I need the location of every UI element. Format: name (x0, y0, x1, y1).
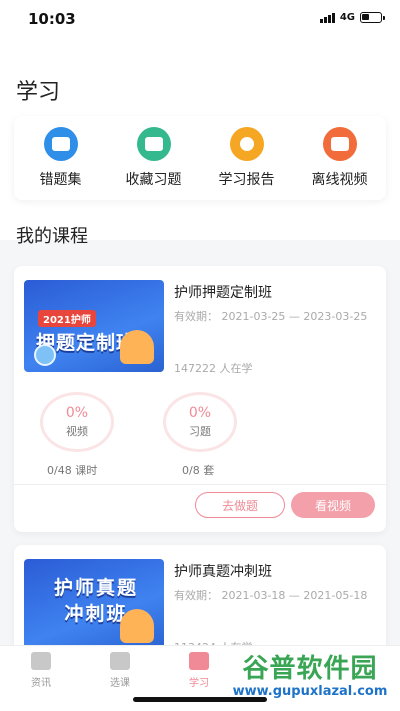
nav-label: 学习 (189, 678, 209, 689)
favorite-exercises-icon (136, 127, 171, 161)
shortcuts-card: 错题集 收藏习题 学习报告 离线视频 (14, 116, 386, 200)
shortcut-favorite-exercises[interactable]: 收藏习题 (109, 127, 199, 189)
course-thumbnail: 2021护师 押题定制班 (24, 280, 164, 372)
home-indicator (133, 697, 267, 702)
signal-icon (319, 12, 335, 23)
exercise-set-count: 0/8 套 (182, 464, 215, 477)
nav-label: 资讯 (31, 678, 51, 689)
offline-video-icon (322, 127, 357, 161)
watch-video-button[interactable]: 看视频 (291, 492, 375, 518)
divider (14, 484, 386, 485)
wrong-questions-icon (43, 127, 78, 161)
course-select-icon (110, 652, 130, 670)
status-bar: 10:03 4G (0, 0, 400, 40)
nav-item-study[interactable]: 学习 (174, 652, 224, 689)
status-indicators: 4G (319, 12, 385, 23)
section-title-my-courses: 我的课程 (16, 226, 88, 247)
shortcut-wrong-questions[interactable]: 错题集 (16, 127, 106, 189)
study-report-icon (229, 127, 264, 161)
battery-icon (360, 12, 385, 23)
course-validity: 有效期： 2021-03-25 — 2023-03-25 (174, 310, 368, 323)
shortcut-label: 收藏习题 (125, 172, 182, 188)
video-progress-circle: 0% 视频 (40, 392, 114, 452)
study-icon (189, 652, 209, 670)
globe-icon (34, 344, 56, 366)
student-illustration-icon (120, 609, 154, 643)
exercise-progress-label: 习题 (189, 425, 211, 438)
video-progress-label: 视频 (66, 425, 88, 438)
shortcut-label: 学习报告 (218, 172, 275, 188)
exercise-progress-circle: 0% 习题 (163, 392, 237, 452)
watermark-title: 谷普软件园 (242, 654, 378, 684)
course-card[interactable]: 护师真题 冲刺班 护师真题冲刺班 有效期： 2021-03-18 — 2021-… (14, 545, 386, 655)
shortcut-offline-video[interactable]: 离线视频 (295, 127, 385, 189)
exercise-progress-value: 0% (188, 405, 212, 421)
news-icon (31, 652, 51, 670)
shortcut-study-report[interactable]: 学习报告 (202, 127, 292, 189)
video-progress-value: 0% (65, 405, 89, 421)
network-type: 4G (339, 12, 355, 23)
shortcut-label: 离线视频 (311, 172, 368, 188)
thumb-title-line1: 护师真题 (53, 577, 138, 599)
student-illustration-icon (120, 330, 154, 364)
course-name: 护师押题定制班 (174, 285, 272, 301)
nav-item-news[interactable]: 资讯 (16, 652, 66, 689)
do-questions-button[interactable]: 去做题 (195, 492, 285, 518)
thumb-badge: 2021护师 (38, 310, 96, 327)
course-validity: 有效期： 2021-03-18 — 2021-05-18 (174, 589, 368, 602)
course-name: 护师真题冲刺班 (174, 564, 272, 580)
page-title: 学习 (16, 80, 61, 105)
video-lesson-count: 0/48 课时 (47, 464, 98, 477)
shortcut-label: 错题集 (39, 172, 82, 188)
course-card[interactable]: 2021护师 押题定制班 护师押题定制班 有效期： 2021-03-25 — 2… (14, 266, 386, 532)
nav-item-course-select[interactable]: 选课 (95, 652, 145, 689)
course-thumbnail: 护师真题 冲刺班 (24, 559, 164, 651)
status-time: 10:03 (28, 10, 76, 28)
course-students: 147222 人在学 (174, 362, 253, 375)
nav-label: 选课 (110, 678, 130, 689)
